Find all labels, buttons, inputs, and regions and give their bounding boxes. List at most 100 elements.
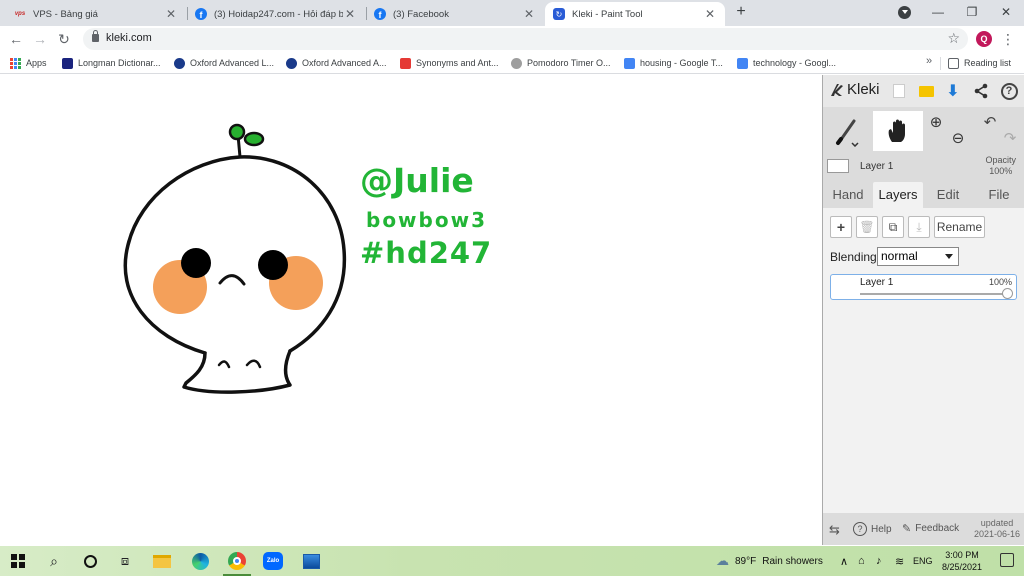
feedback-button[interactable]: ✎ Feedback [902, 522, 959, 535]
bookmark-housing[interactable]: housing - Google T... [624, 56, 723, 70]
close-tab-icon[interactable]: ✕ [343, 7, 357, 21]
more-bookmarks-icon[interactable]: » [926, 55, 932, 67]
task-view-icon[interactable]: ⧈ [115, 551, 135, 571]
tab-hand[interactable]: Hand [823, 182, 873, 208]
show-hidden-icons-icon[interactable]: ∧ [840, 546, 848, 576]
file-explorer-icon[interactable] [152, 551, 172, 571]
bookmark-pomodoro[interactable]: Pomodoro Timer O... [511, 56, 611, 70]
kleki-icon: ↻ [553, 8, 565, 20]
reading-list-button[interactable]: Reading list [948, 56, 1011, 70]
weather-temp: 89°F [735, 555, 757, 567]
layers-panel: + 🗑 ⧉ ⤓ Rename Blending normal Layer 1 1… [823, 208, 1024, 513]
tab-file[interactable]: File [973, 182, 1024, 208]
blending-select[interactable]: normal [877, 247, 959, 266]
oxford-icon [286, 57, 297, 69]
new-tab-button[interactable]: + [732, 3, 750, 21]
browser-toolbar: ← → ↻ kleki.com ☆ Q ⋮ [0, 26, 1024, 52]
zoom-out-icon[interactable]: ⊖ [947, 129, 969, 147]
close-tab-icon[interactable]: ✕ [703, 7, 717, 21]
brush-tool[interactable] [823, 111, 871, 151]
help-icon: ? [853, 522, 867, 536]
language-indicator[interactable]: ENG [913, 546, 933, 576]
back-arrow-icon[interactable]: ← [7, 30, 25, 48]
eye-left [181, 248, 211, 278]
tab-vps[interactable]: vps VPS - Bảng giá ✕ [6, 2, 186, 26]
merge-layer-button[interactable]: ⤓ [908, 216, 930, 238]
signature-line3: #hd247 [360, 236, 492, 270]
kleki-logo-icon [831, 83, 843, 96]
undo-icon[interactable]: ↶ [979, 113, 1001, 131]
reading-list-label: Reading list [964, 58, 1012, 68]
help-button[interactable]: ? Help [853, 522, 892, 536]
add-layer-button[interactable]: + [830, 216, 852, 238]
tab-search-icon[interactable] [898, 6, 911, 19]
volume-icon[interactable]: ♪ [876, 546, 882, 576]
edge-icon[interactable] [190, 551, 210, 571]
download-icon[interactable]: ⬇ [943, 81, 963, 101]
tab-facebook[interactable]: f (3) Facebook ✕ [366, 2, 544, 26]
bookmark-technology[interactable]: technology - Googl... [737, 56, 836, 70]
bookmark-label: Synonyms and Ant... [416, 58, 499, 68]
synonyms-icon [400, 57, 411, 69]
opacity-label: Opacity [985, 155, 1016, 165]
cortana-icon[interactable] [80, 551, 100, 571]
zoom-in-icon[interactable]: ⊕ [925, 113, 947, 131]
kleki-topbar: Kleki ⬇ ? [823, 75, 1024, 107]
delete-layer-button[interactable]: 🗑 [856, 216, 878, 238]
redo-icon[interactable]: ↷ [999, 129, 1021, 147]
layer-opacity-slider-handle[interactable] [1002, 288, 1013, 299]
new-image-icon[interactable] [889, 81, 909, 101]
bookmark-star-icon[interactable]: ☆ [947, 30, 960, 47]
eye-right [258, 250, 288, 280]
swap-side-icon[interactable]: ⇆ [829, 522, 840, 538]
wifi-icon[interactable]: ≋ [895, 546, 904, 576]
bookmark-oxford-academic[interactable]: Oxford Advanced A... [286, 56, 387, 70]
feedback-label: Feedback [915, 523, 960, 534]
notifications-icon[interactable] [1000, 553, 1014, 567]
hand-tool[interactable] [873, 111, 923, 151]
layer-opacity-value: 100% [988, 277, 1012, 287]
close-window-button[interactable]: ✕ [989, 0, 1023, 26]
tab-edit[interactable]: Edit [923, 182, 973, 208]
duplicate-layer-button[interactable]: ⧉ [882, 216, 904, 238]
tab-layers[interactable]: Layers [873, 182, 923, 208]
system-clock[interactable]: 3:00 PM 8/25/2021 [940, 549, 984, 573]
browser-menu-icon[interactable]: ⋮ [1000, 30, 1016, 48]
google-docs-icon [737, 57, 748, 69]
close-tab-icon[interactable]: ✕ [164, 7, 178, 21]
layer-list-item[interactable]: Layer 1 100% [830, 274, 1017, 300]
reload-icon[interactable]: ↻ [55, 30, 73, 48]
kleki-logo[interactable]: Kleki [829, 81, 880, 98]
close-tab-icon[interactable]: ✕ [522, 7, 536, 21]
forward-arrow-icon[interactable]: → [31, 30, 49, 48]
bookmark-oxford-learner[interactable]: Oxford Advanced L... [174, 56, 274, 70]
search-icon[interactable]: ⌕ [44, 551, 64, 571]
kleki-logo-text: Kleki [847, 81, 880, 98]
sprout-leaf-right [243, 131, 265, 147]
share-icon[interactable] [971, 81, 991, 101]
layer-opacity-slider-track[interactable] [860, 293, 1006, 295]
opacity-value: 100% [989, 166, 1013, 176]
address-bar[interactable]: kleki.com ☆ [83, 28, 968, 50]
weather-widget[interactable]: ☁ 89°F Rain showers [716, 546, 823, 576]
bookmark-synonyms[interactable]: Synonyms and Ant... [400, 56, 499, 70]
restore-button[interactable]: ❐ [955, 0, 989, 26]
canvas-drawing: @Julie bowbow3 #hd247 [123, 123, 492, 394]
tab-kleki[interactable]: ↻ Kleki - Paint Tool ✕ [545, 2, 725, 26]
drawing-canvas[interactable]: @Julie bowbow3 #hd247 [0, 75, 822, 545]
network-icon[interactable]: ⌂ [858, 546, 865, 576]
bookmark-longman[interactable]: Longman Dictionar... [62, 56, 161, 70]
chrome-icon[interactable] [227, 551, 247, 571]
url-text[interactable]: kleki.com [106, 32, 152, 44]
rename-layer-button[interactable]: Rename [934, 216, 985, 238]
windows-start-icon[interactable] [8, 551, 28, 571]
bookmark-apps[interactable]: Apps [10, 56, 47, 70]
help-circle-icon[interactable]: ? [999, 81, 1019, 101]
photos-icon[interactable] [301, 551, 321, 571]
open-folder-icon[interactable] [916, 81, 936, 101]
profile-avatar[interactable]: Q [976, 31, 992, 47]
minimize-button[interactable]: — [921, 0, 955, 26]
tab-title: Kleki - Paint Tool [572, 8, 643, 20]
zalo-icon[interactable]: Zalo [263, 551, 283, 571]
tab-hoidap247[interactable]: f (3) Hoidap247.com - Hỏi đáp bài ✕ [187, 2, 365, 26]
